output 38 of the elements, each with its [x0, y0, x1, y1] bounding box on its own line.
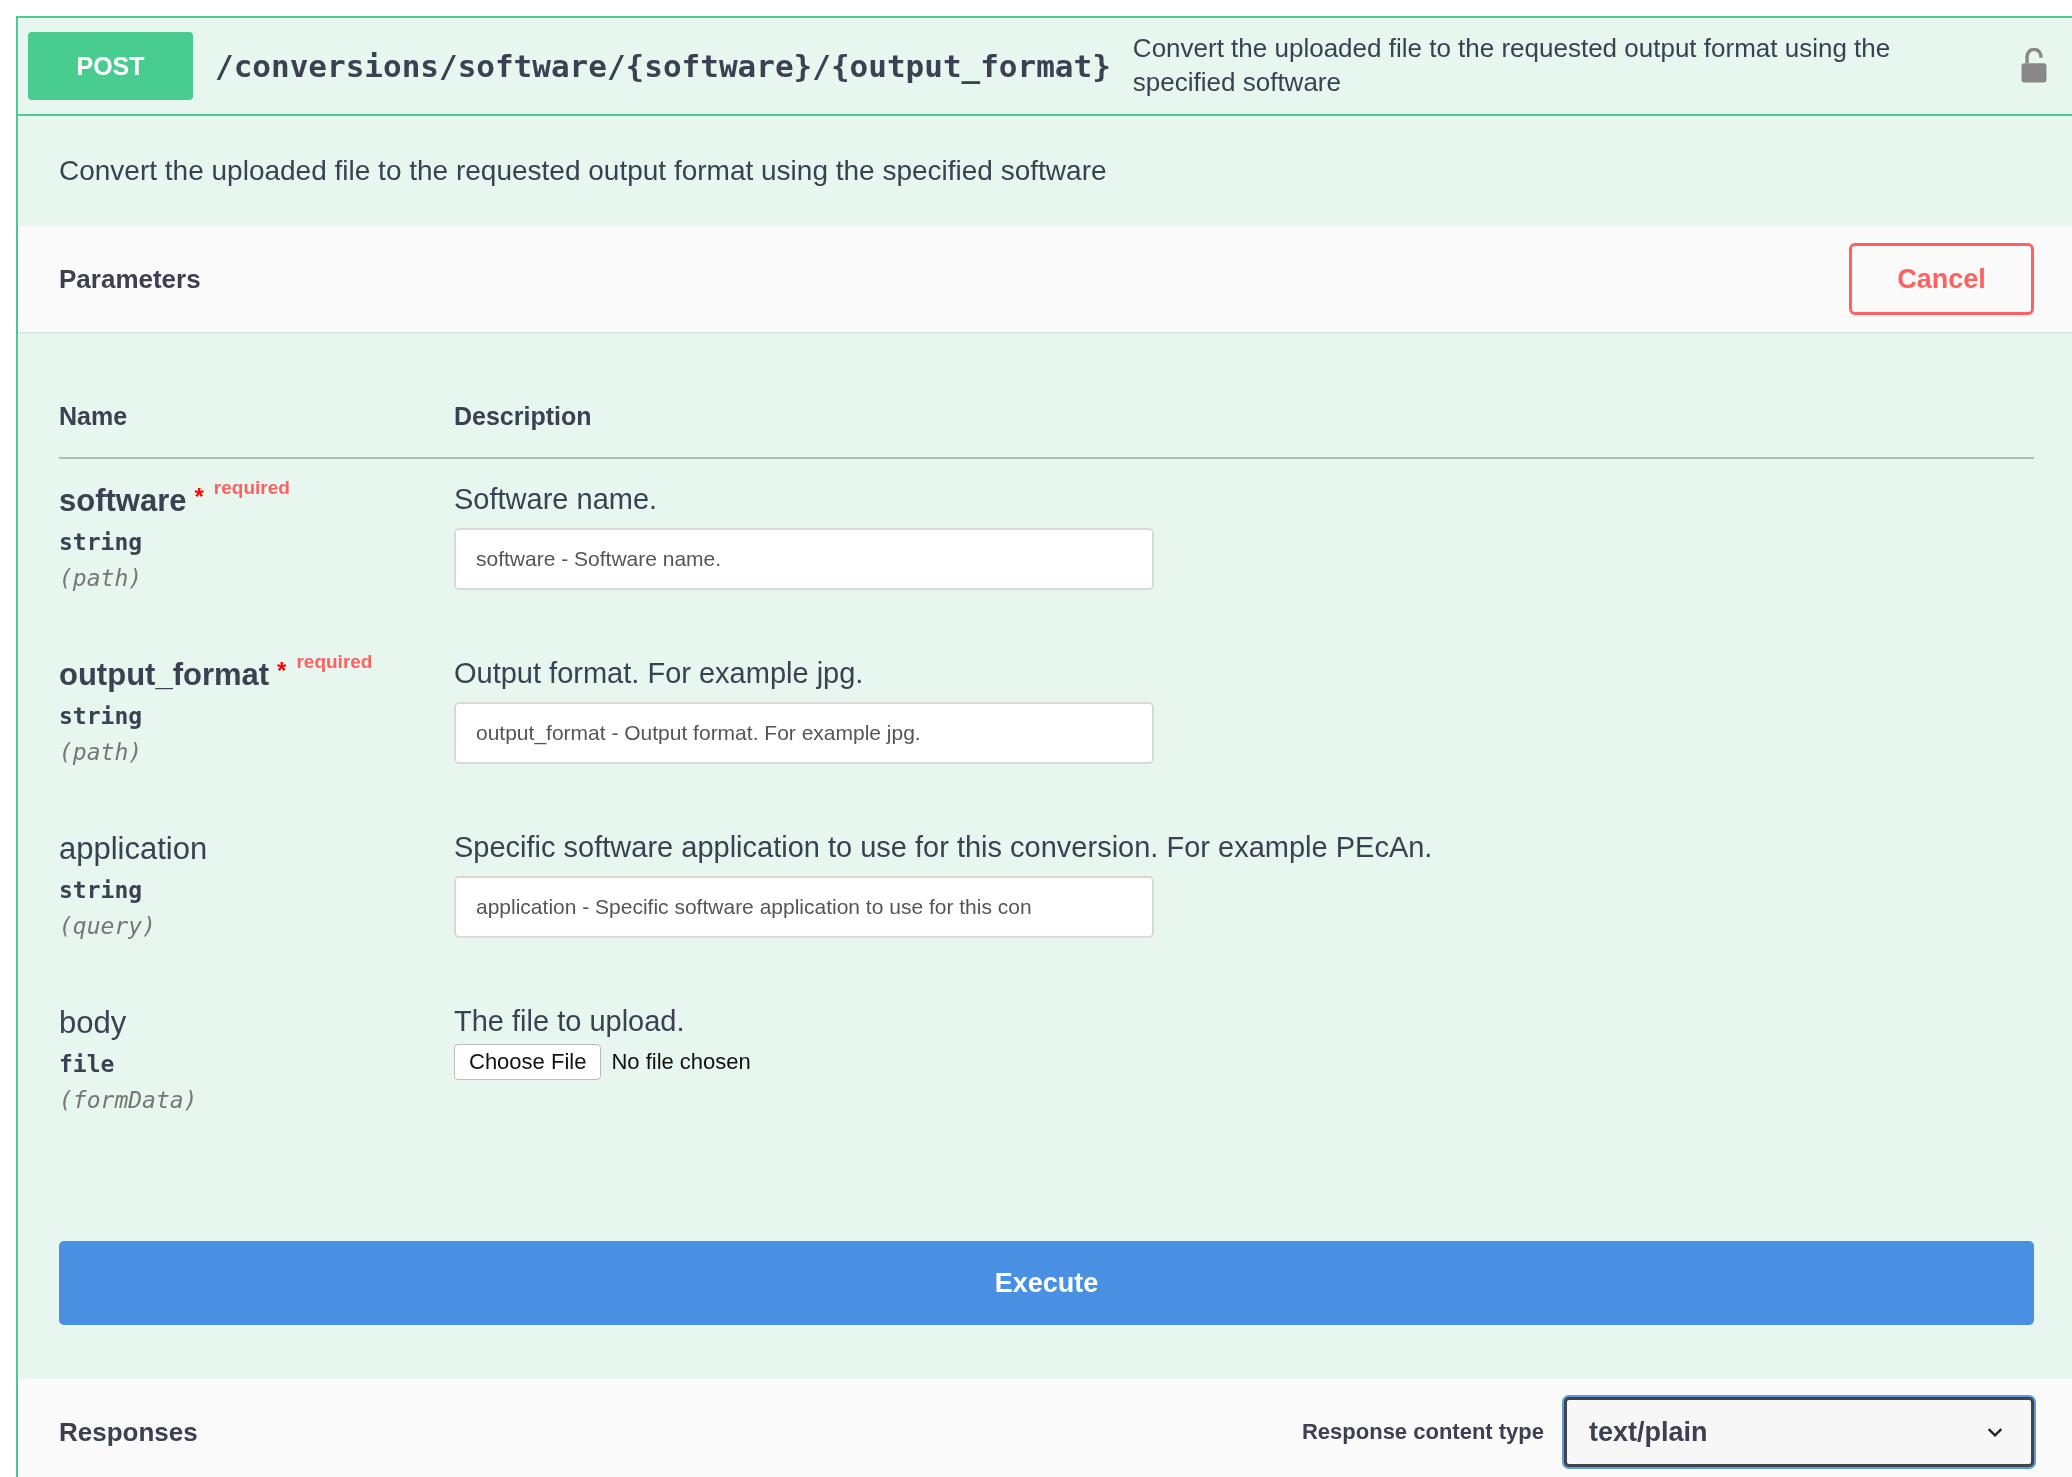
- choose-file-button[interactable]: Choose File: [454, 1044, 602, 1080]
- parameter-location: (path): [59, 565, 144, 591]
- parameter-name: software: [59, 483, 187, 519]
- endpoint-path: /conversions/software/{software}/{output_format}: [215, 48, 1111, 84]
- column-header: Description: [454, 402, 592, 431]
- file-status: No file chosen: [611, 1049, 751, 1075]
- parameter-location: (path): [59, 739, 144, 765]
- operation-header[interactable]: POST /conversions/software/{software}/{output_format} Convert the uploaded file to the requested output format using the specified software: [18, 18, 2072, 116]
- parameter-description: Software name.: [454, 483, 659, 516]
- parameter-type: string: [59, 877, 144, 903]
- required-asterisk: *: [277, 657, 287, 685]
- content-type-label: Response content type: [1301, 1419, 1544, 1445]
- section-title: Responses: [59, 1416, 198, 1448]
- parameter-type: string: [59, 703, 144, 729]
- parameter-name: body: [59, 1005, 127, 1041]
- parameter-description: Specific software application to use for this conversion. For example PEcAn.: [454, 831, 1433, 864]
- parameter-name: output_format: [59, 657, 270, 693]
- method-badge: POST: [28, 32, 193, 100]
- chevron-down-icon: [1987, 1426, 2003, 1438]
- column-header: Name: [59, 402, 129, 431]
- parameter-name: application: [59, 831, 208, 867]
- parameter-description: The file to upload.: [454, 1005, 686, 1038]
- input-field[interactable]: software - Software name.: [454, 528, 1154, 590]
- section-title: Parameters: [59, 263, 201, 295]
- operation-description: Convert the uploaded file to the requested output format using the specified software: [59, 155, 1107, 187]
- parameter-location: (query): [59, 913, 157, 939]
- content-type-select[interactable]: text/plain: [1564, 1397, 2034, 1467]
- required-label: required: [296, 651, 373, 673]
- required-asterisk: *: [194, 483, 204, 511]
- input-field[interactable]: output_format - Output format. For example jpg.: [454, 702, 1154, 764]
- unlocked-padlock-icon[interactable]: [2020, 48, 2048, 84]
- parameter-type: file: [59, 1051, 116, 1077]
- input-field[interactable]: application - Specific software application to use for this con: [454, 876, 1154, 938]
- parameter-location: (formData): [59, 1087, 199, 1113]
- endpoint-summary: Convert the uploaded file to the requested output format using the specified software: [1132, 32, 1892, 99]
- required-label: required: [213, 477, 290, 499]
- parameter-type: string: [59, 529, 144, 555]
- parameter-description: Output format. For example jpg.: [454, 657, 865, 690]
